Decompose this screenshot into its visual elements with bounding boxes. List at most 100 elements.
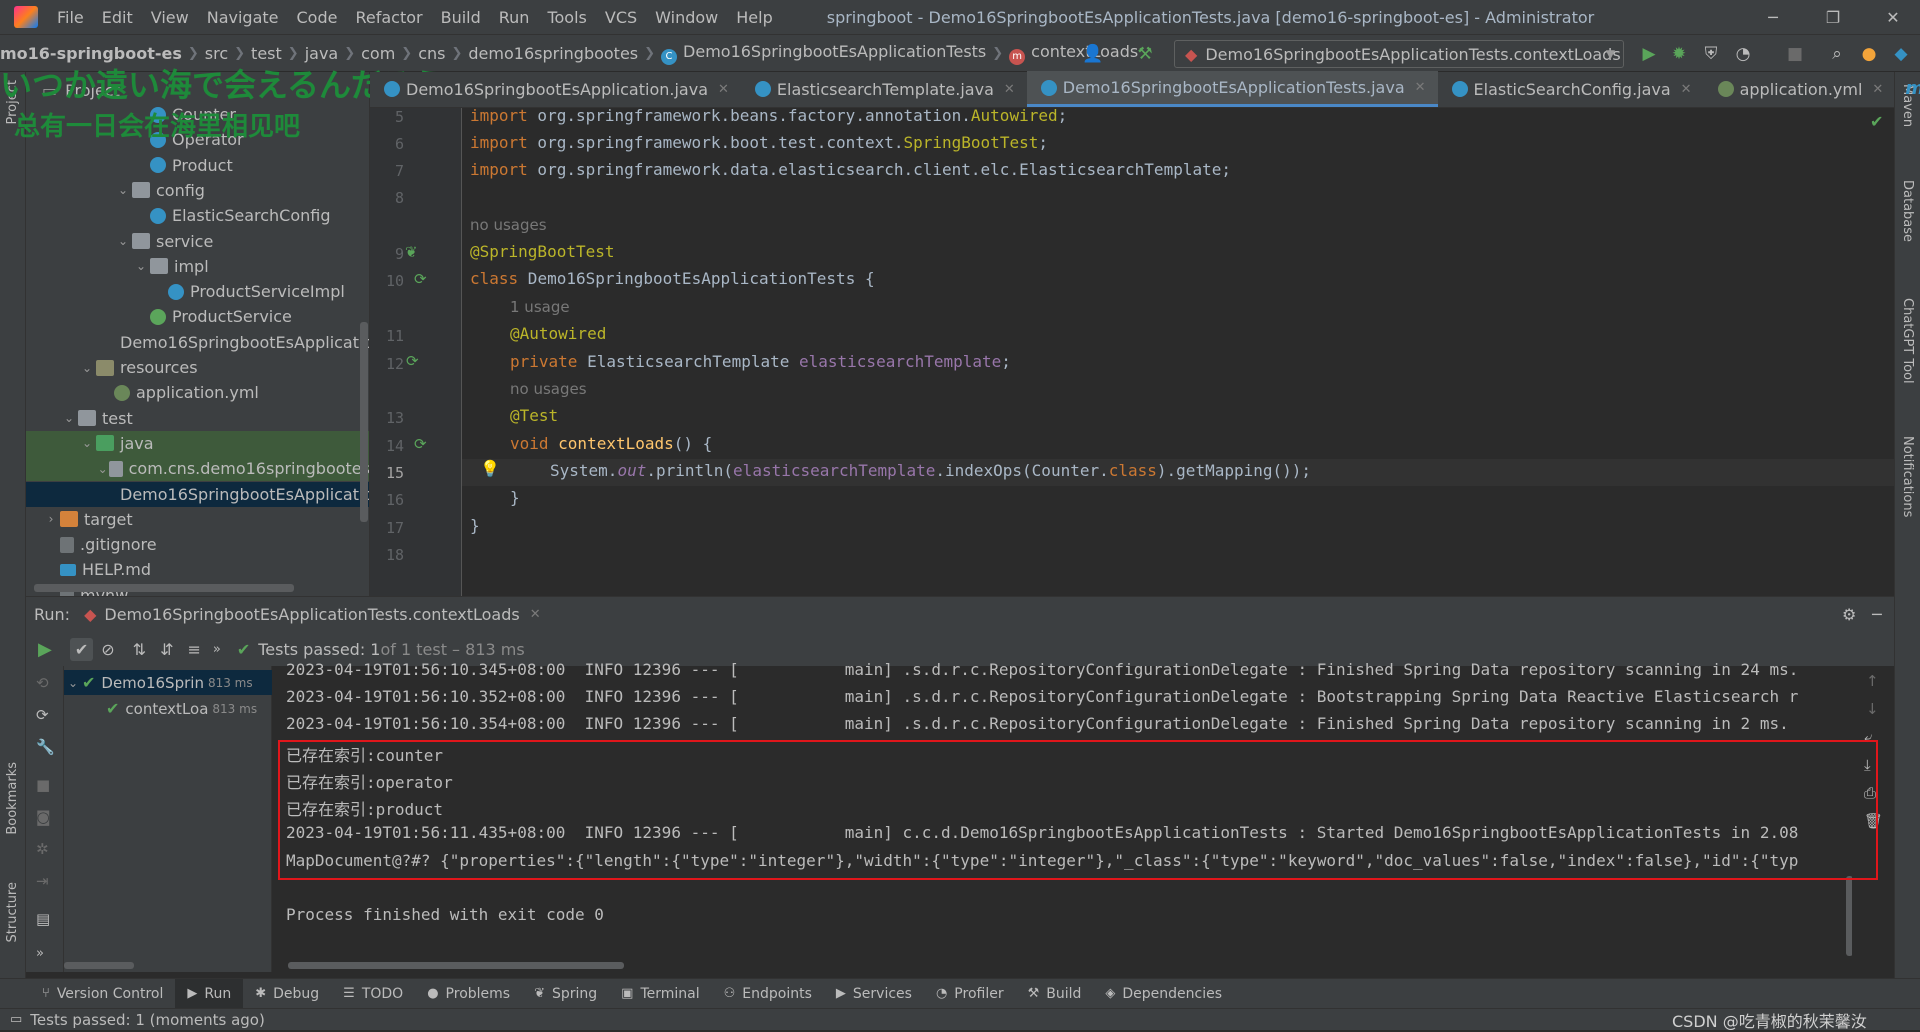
tab-application-tests[interactable]: Demo16SpringbootEsApplicationTests.java ✕ [1026, 71, 1438, 107]
jetbrains-icon[interactable]: ◆ [1890, 43, 1912, 65]
tool-tab-debug[interactable]: ✱ Debug [243, 986, 331, 1002]
usage-hint[interactable]: 1 usage [510, 298, 570, 316]
tree-item[interactable]: ElasticSearchConfig [26, 203, 369, 228]
menu-build[interactable]: Build [432, 8, 490, 27]
wrench-icon[interactable]: 🔧 [36, 738, 55, 756]
stop-icon[interactable]: ■ [1784, 43, 1806, 65]
run-method-gutter-icon[interactable]: ⟳ [414, 435, 427, 453]
tool-tab-profiler[interactable]: ◔ Profiler [924, 986, 1016, 1002]
camera-icon[interactable]: ◙ [36, 808, 51, 826]
menu-help[interactable]: Help [727, 8, 781, 27]
tree-item[interactable]: HELP.md [26, 557, 369, 582]
tool-tab-spring[interactable]: ❦ Spring [522, 986, 609, 1002]
tree-item[interactable]: application.yml [26, 380, 369, 405]
rerun-icon[interactable]: ▶ [38, 639, 52, 660]
intellij-logo-icon[interactable] [14, 6, 38, 28]
tree-item[interactable]: ⌄ service [26, 229, 369, 254]
close-icon[interactable]: ✕ [1872, 82, 1883, 97]
build-hammer-icon[interactable]: ⚒ [1134, 43, 1156, 65]
show-ignored-icon[interactable]: ⊘ [101, 640, 114, 659]
restore-button[interactable]: ❐ [1810, 0, 1856, 34]
menu-run[interactable]: Run [490, 8, 539, 27]
run-test-gutter-icon[interactable]: ⟳ [414, 270, 427, 288]
close-button[interactable]: ✕ [1870, 0, 1916, 34]
close-icon[interactable]: ✕ [718, 82, 729, 97]
close-icon[interactable]: ✕ [1415, 80, 1426, 95]
tool-tab-version-control[interactable]: ⑂ Version Control [30, 986, 175, 1002]
menu-window[interactable]: Window [646, 8, 727, 27]
menu-refactor[interactable]: Refactor [346, 8, 431, 27]
usage-hint[interactable]: no usages [470, 216, 547, 234]
chevron-down-icon[interactable]: ⌄ [78, 436, 96, 450]
tool-tab-problems[interactable]: ● Problems [415, 986, 522, 1002]
close-icon[interactable]: ✕ [1681, 82, 1692, 97]
update-icon[interactable]: ● [1858, 43, 1880, 65]
gear-icon[interactable]: ⚙ [1842, 605, 1856, 624]
tree-item[interactable]: ⌄ impl [26, 254, 369, 279]
breadcrumb-package[interactable]: demo16springbootes [462, 44, 644, 63]
chevron-down-icon[interactable]: ⌄ [96, 462, 109, 476]
tab-elasticsearch-config[interactable]: ElasticSearchConfig.java ✕ [1438, 71, 1704, 107]
tool-tab-run[interactable]: ▶ Run [175, 978, 244, 1009]
sort-duration-icon[interactable]: ⇵ [160, 640, 173, 659]
more-chevron-icon[interactable]: » [36, 946, 44, 961]
lightbulb-icon[interactable]: 💡 [480, 459, 500, 478]
menu-view[interactable]: View [142, 8, 198, 27]
stop-icon[interactable]: ■ [36, 776, 50, 794]
coverage-icon[interactable]: ⛨ [1700, 43, 1722, 65]
up-arrow-icon[interactable]: ↑ [1866, 672, 1879, 690]
breadcrumb-class[interactable]: C Demo16SpringbootEsApplicationTests [655, 42, 992, 65]
tree-item[interactable]: ⌄ config [26, 178, 369, 203]
test-case-row[interactable]: ✔ contextLoa 813 ms [64, 696, 272, 721]
settings-icon[interactable]: ✲ [36, 840, 49, 858]
maven-tab-icon[interactable]: m [1905, 78, 1920, 99]
menu-file[interactable]: File [48, 8, 93, 27]
minimize-panel-icon[interactable]: ─ [1872, 605, 1882, 624]
horizontal-scrollbar[interactable] [34, 584, 294, 592]
autowired-gutter-icon[interactable]: ⟳ [406, 352, 419, 370]
minimize-button[interactable]: ─ [1750, 0, 1796, 34]
menu-vcs[interactable]: VCS [596, 8, 646, 27]
bookmarks-tool-tab[interactable]: Bookmarks [5, 762, 20, 835]
chatgpt-tool-tab[interactable]: ChatGPT Tool [1900, 298, 1915, 384]
tree-item[interactable]: Demo16SpringbootEsApplicationTests [26, 481, 369, 507]
profile-icon[interactable]: ◔ [1732, 43, 1754, 65]
debug-icon[interactable]: ✹ [1668, 43, 1690, 65]
tree-item[interactable]: ProductServiceImpl [26, 279, 369, 304]
tree-item[interactable]: ⌄ test [26, 406, 369, 431]
menu-code[interactable]: Code [288, 8, 347, 27]
sort-alpha-icon[interactable]: ⇅ [133, 640, 146, 659]
tree-item[interactable]: ⌄ com.cns.demo16springbootes [26, 456, 369, 482]
spring-bean-icon[interactable]: ❦ [405, 243, 418, 261]
close-icon[interactable]: ✕ [530, 607, 541, 622]
chevron-down-icon[interactable]: ⌄ [60, 411, 78, 425]
search-icon[interactable]: ⌕ [1826, 43, 1848, 65]
menu-tools[interactable]: Tools [538, 8, 595, 27]
more-chevron-icon[interactable]: » [213, 642, 221, 657]
expand-all-icon[interactable]: ≡ [187, 640, 200, 659]
exit-icon[interactable]: ⇥ [36, 872, 49, 890]
usage-hint[interactable]: no usages [510, 380, 587, 398]
breadcrumb-method[interactable]: m contextLoads [1003, 42, 1144, 65]
tool-tab-endpoints[interactable]: ⚇ Endpoints [712, 986, 824, 1002]
down-arrow-icon[interactable]: ↓ [1866, 700, 1879, 718]
chevron-down-icon[interactable]: ⌄ [114, 234, 132, 248]
menu-navigate[interactable]: Navigate [198, 8, 288, 27]
tool-tab-dependencies[interactable]: ◈ Dependencies [1093, 986, 1234, 1002]
horizontal-scrollbar[interactable] [288, 962, 624, 969]
test-suite-row[interactable]: ⌄ ✔ Demo16Sprin 813 ms [64, 670, 272, 695]
run-configuration-select[interactable]: ◆ Demo16SpringbootEsApplicationTests.con… [1174, 40, 1624, 68]
structure-tool-tab[interactable]: Structure [5, 882, 20, 942]
chevron-down-icon[interactable]: ⌄ [132, 259, 150, 273]
chevron-right-icon[interactable]: › [42, 512, 60, 526]
tree-item[interactable]: › target [26, 507, 369, 532]
close-icon[interactable]: ✕ [1004, 82, 1015, 97]
panel-toggle-icon[interactable]: ▭ [10, 1012, 22, 1027]
show-passed-icon[interactable]: ✔ [69, 637, 94, 661]
database-tool-tab[interactable]: Database [1900, 180, 1915, 242]
chevron-down-icon[interactable]: ⌄ [78, 361, 96, 375]
tool-tab-terminal[interactable]: ▣ Terminal [609, 986, 711, 1002]
tree-item[interactable]: .gitignore [26, 532, 369, 557]
run-tab-label[interactable]: Demo16SpringbootEsApplicationTests.conte… [104, 605, 519, 624]
user-icon[interactable]: 👤 [1082, 43, 1104, 65]
